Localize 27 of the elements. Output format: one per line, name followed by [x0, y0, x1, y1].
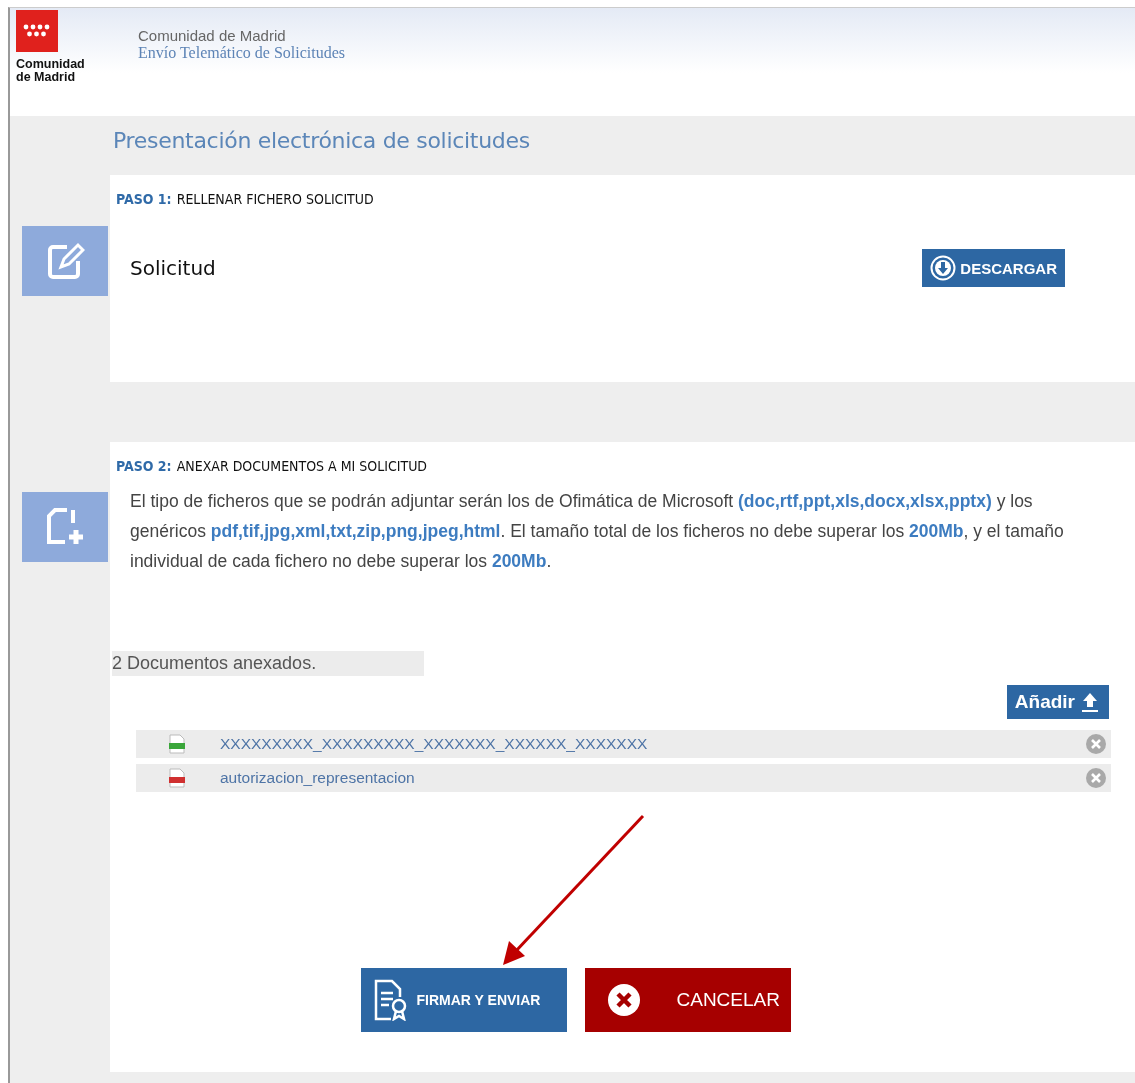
- step-label: PASO 1:: [116, 191, 172, 207]
- add-button[interactable]: Añadir: [1006, 685, 1109, 719]
- organization-name: Comunidad de Madrid: [138, 27, 287, 44]
- file-types-description: El tipo de ficheros que se podrán adjuntar serán los de Ofimática de Microsoft (doc,rtf,ppt,xls,docx,xlsx,pptx) y los genéricos pdf,tif,jpg,xml,txt,zip,png,jpeg,html. El tamaño total de los ficheros no debe superar los 200Mb, y el tamaño individual de cada fichero no debe superar los 200Mb.: [130, 490, 1065, 573]
- document-name[interactable]: XXXXXXXXX_XXXXXXXXX_XXXXXXX_XXXXXX_XXXXXXX: [220, 735, 1085, 753]
- remove-icon[interactable]: [1085, 767, 1107, 789]
- page-title: Presentación electrónica de solicitudes: [113, 128, 531, 153]
- sign-and-send-button[interactable]: FIRMAR Y ENVIAR: [360, 968, 567, 1032]
- step-heading: RELLENAR FICHERO SOLICITUD: [176, 191, 374, 207]
- cancel-button[interactable]: CANCELAR: [584, 968, 791, 1032]
- file-icon: [168, 734, 186, 754]
- documents-count: 2 Documentos anexados.: [112, 651, 424, 676]
- document-label: Solicitud: [130, 256, 216, 280]
- logo-text: Comunidad de Madrid: [16, 58, 86, 84]
- step-label: PASO 2:: [116, 458, 172, 474]
- flag-logo-icon: [16, 10, 58, 52]
- file-icon: [168, 768, 186, 788]
- remove-icon[interactable]: [1085, 733, 1107, 755]
- app-name: Envío Telemático de Solicitudes: [138, 44, 345, 62]
- download-icon: [930, 255, 957, 281]
- step-heading: ANEXAR DOCUMENTOS A MI SOLICITUD: [176, 458, 428, 474]
- close-icon: [606, 983, 641, 1017]
- document-name[interactable]: autorizacion_representacion: [220, 769, 1085, 787]
- certificate-document-icon: [372, 979, 409, 1021]
- download-button[interactable]: DESCARGAR: [922, 249, 1065, 287]
- upload-icon: [1079, 691, 1101, 713]
- edit-icon: [45, 241, 85, 281]
